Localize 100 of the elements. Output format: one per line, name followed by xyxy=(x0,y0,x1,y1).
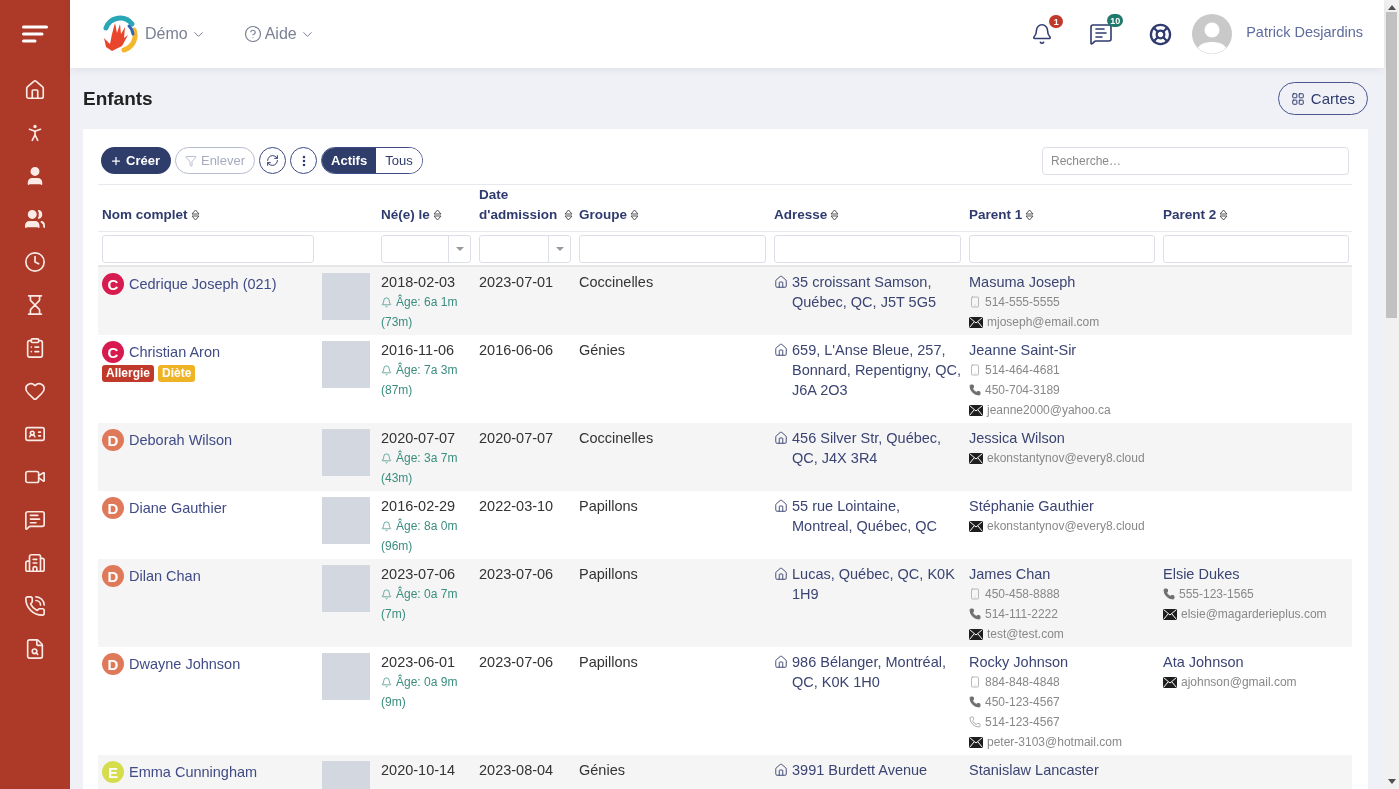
home-icon xyxy=(774,275,788,289)
address-text: 986 Bélanger, Montréal, QC, K0K 1H0 xyxy=(792,653,947,692)
photo-placeholder xyxy=(322,653,370,700)
age-months: (73m) xyxy=(381,314,413,331)
group-name: Coccinelles xyxy=(579,429,654,448)
column-header[interactable]: Adresse xyxy=(774,205,828,225)
group-name: Papillons xyxy=(579,653,638,672)
sort-icon[interactable] xyxy=(190,209,200,221)
admission-date: 2023-07-06 xyxy=(479,565,554,584)
column-header[interactable]: Parent 1 xyxy=(969,205,1023,225)
building-icon[interactable] xyxy=(24,551,46,574)
grid-icon xyxy=(1290,91,1305,106)
menu-icon[interactable] xyxy=(22,25,48,43)
parent-name: Stéphanie Gauthier xyxy=(969,497,1094,516)
column-filter-field[interactable] xyxy=(774,234,961,263)
bell-icon xyxy=(381,588,392,600)
initial-avatar: D xyxy=(102,653,124,675)
child-name-link[interactable]: Christian Aron xyxy=(129,342,221,362)
sort-icon[interactable] xyxy=(432,209,442,221)
child-name-link[interactable]: Dilan Chan xyxy=(129,566,201,586)
clipboard-list-icon[interactable] xyxy=(24,336,46,359)
birth-date: 2020-10-14 xyxy=(381,761,456,780)
photo-placeholder xyxy=(322,429,370,476)
funnel-icon xyxy=(184,154,197,167)
sort-icon[interactable] xyxy=(1219,209,1229,221)
admission-date: 2023-07-06 xyxy=(479,653,554,672)
age-text: Âge: 0a 9m xyxy=(396,673,458,691)
sort-icon[interactable] xyxy=(830,209,840,221)
bell-icon xyxy=(381,296,392,308)
scrollbar-thumb[interactable] xyxy=(1386,12,1397,318)
notification-badge: 1 xyxy=(1049,15,1064,28)
scroll-up-arrow-icon[interactable] xyxy=(1387,5,1396,10)
dropdown-menu-button[interactable]: Démo xyxy=(145,25,206,43)
bell-icon[interactable] xyxy=(1031,23,1054,45)
phone-call-icon[interactable] xyxy=(24,594,46,617)
refresh-icon xyxy=(266,154,280,167)
column-header[interactable]: Parent 2 xyxy=(1163,205,1217,225)
parent-name: Rocky Johnson xyxy=(969,653,1069,672)
mobile-phone-icon xyxy=(969,296,981,308)
column-header[interactable]: Groupe xyxy=(579,205,627,225)
lifebuoy-icon[interactable] xyxy=(1149,22,1173,46)
photo-placeholder xyxy=(322,497,370,544)
phone-number: 555-123-1565 xyxy=(1179,586,1254,603)
age-text: Âge: 7a 3m xyxy=(396,361,458,379)
home-icon[interactable] xyxy=(24,78,46,101)
file-search-icon[interactable] xyxy=(24,637,46,660)
child-name-link[interactable]: Dwayne Johnson xyxy=(129,654,241,674)
birth-date: 2023-06-01 xyxy=(381,653,456,672)
message-badge: 10 xyxy=(1107,14,1124,27)
dropdown-menu-button[interactable]: Aide xyxy=(243,25,315,43)
users-icon[interactable] xyxy=(24,207,46,230)
user-name[interactable]: Patrick Desjardins xyxy=(1246,24,1363,40)
sort-icon[interactable] xyxy=(1025,209,1035,221)
tag: Diète xyxy=(158,365,196,382)
mobile-phone-icon xyxy=(969,588,981,600)
scroll-down-arrow-icon[interactable] xyxy=(1387,779,1396,784)
address-text: Lucas, Québec, QC, K0K 1H9 xyxy=(792,565,956,604)
email-text: peter-3103@hotmail.com xyxy=(987,734,1122,751)
age-months: (7m) xyxy=(381,606,406,623)
age-months: (96m) xyxy=(381,538,413,555)
parent-name: Elsie Dukes xyxy=(1163,565,1240,584)
column-filter-field[interactable] xyxy=(1163,234,1349,263)
search-field[interactable]: Recherche… xyxy=(1042,146,1349,175)
sort-icon[interactable] xyxy=(630,209,639,221)
child-name-link[interactable]: Cedrique Joseph (021) xyxy=(129,274,277,294)
parent-name: Stanislaw Lancaster xyxy=(969,761,1099,780)
more-options-button[interactable] xyxy=(290,147,318,174)
mobile-phone-icon xyxy=(969,676,981,688)
refresh-button[interactable] xyxy=(259,147,287,174)
scrollbar[interactable] xyxy=(1384,0,1399,789)
phone-number: 450-458-8888 xyxy=(985,586,1060,603)
column-filter-field[interactable] xyxy=(579,234,766,263)
child-name-link[interactable]: Diane Gauthier xyxy=(129,498,227,518)
create-button[interactable]: Créer xyxy=(101,147,171,174)
sort-icon[interactable] xyxy=(564,209,573,221)
child-name-link[interactable]: Emma Cunningham xyxy=(129,762,258,782)
initial-avatar: D xyxy=(102,429,124,451)
phone-number: 514-464-4681 xyxy=(985,362,1060,379)
age-text: Âge: 8a 0m xyxy=(396,517,458,535)
column-filter-field[interactable] xyxy=(969,234,1155,263)
phone-icon xyxy=(969,384,981,396)
admission-date: 2016-06-06 xyxy=(479,341,554,360)
clock-icon[interactable] xyxy=(24,250,46,273)
admission-date: 2023-07-01 xyxy=(479,273,554,292)
initial-avatar: C xyxy=(102,341,124,363)
home-icon xyxy=(774,655,788,669)
chat-icon[interactable] xyxy=(24,508,46,531)
status-tab[interactable]: Actifs xyxy=(322,148,377,173)
envelope-icon xyxy=(1163,676,1177,688)
column-filter-field[interactable] xyxy=(102,234,314,263)
chat-icon[interactable] xyxy=(1089,22,1114,46)
column-header[interactable]: Date d'admission xyxy=(479,185,561,225)
column-header[interactable]: Né(e) le xyxy=(381,205,430,225)
child-name-link[interactable]: Deborah Wilson xyxy=(129,430,233,450)
phone-icon xyxy=(969,716,981,728)
email-text: test@test.com xyxy=(987,626,1064,643)
bell-icon xyxy=(381,520,392,532)
home-icon xyxy=(774,343,788,357)
column-header[interactable]: Nom complet xyxy=(102,205,188,225)
birth-date: 2023-07-06 xyxy=(381,565,456,584)
